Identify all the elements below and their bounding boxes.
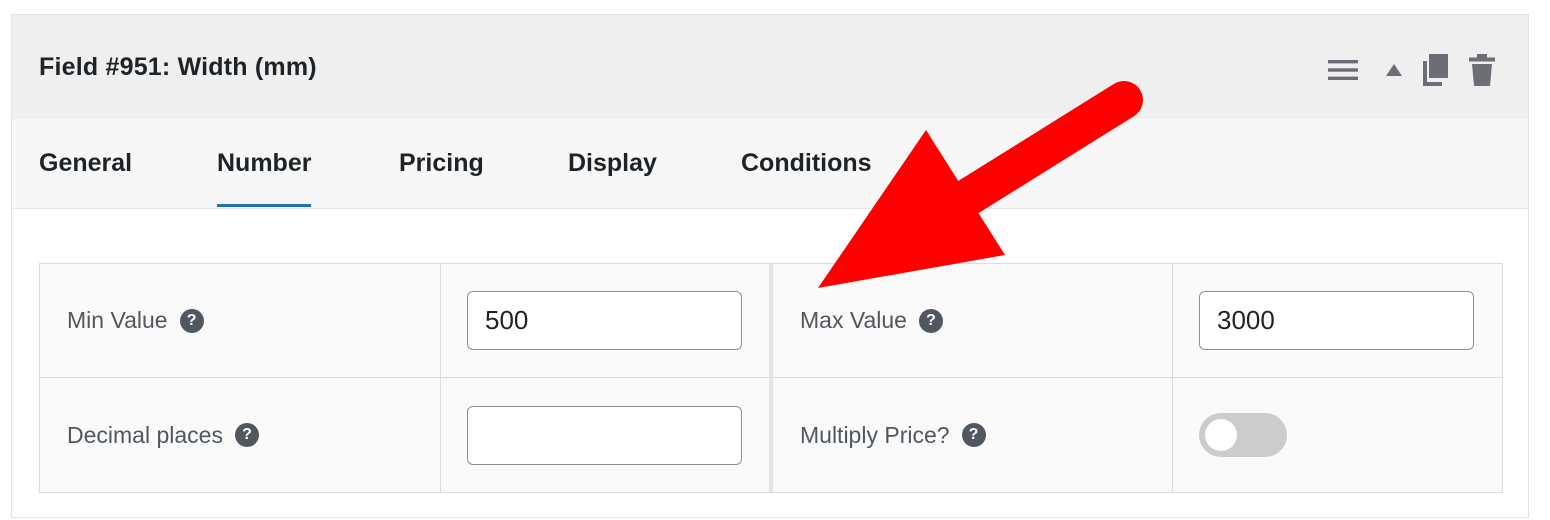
help-icon[interactable]: ? <box>918 308 943 333</box>
max-value-label-cell: Max Value ? <box>773 264 1172 377</box>
toggle-knob <box>1205 419 1237 451</box>
max-value-input[interactable] <box>1199 291 1474 350</box>
decimal-places-input[interactable] <box>467 405 742 465</box>
grid-divider <box>440 264 441 492</box>
multiply-price-toggle-cell <box>1199 378 1499 492</box>
max-value-label: Max Value <box>800 307 907 333</box>
decimal-places-input-cell <box>467 378 767 492</box>
field-title: Field #951: Width (mm) <box>39 53 317 81</box>
min-value-label: Min Value <box>67 307 168 333</box>
help-icon[interactable]: ? <box>234 423 259 447</box>
min-value-input-cell <box>467 264 767 377</box>
decimal-places-label-cell: Decimal places ? <box>40 378 440 492</box>
multiply-price-label: Multiply Price? <box>800 421 950 448</box>
trash-icon[interactable] <box>1468 52 1496 88</box>
field-header: Field #951: Width (mm) <box>12 15 1528 119</box>
field-panel: Field #951: Width (mm) General Number Pr… <box>11 14 1529 518</box>
copy-icon[interactable] <box>1420 52 1450 88</box>
tab-pricing[interactable]: Pricing <box>399 149 484 204</box>
multiply-price-toggle[interactable] <box>1199 413 1287 457</box>
help-icon[interactable]: ? <box>179 308 204 333</box>
tab-conditions[interactable]: Conditions <box>741 149 872 204</box>
grid-divider <box>1172 264 1173 492</box>
multiply-price-label-cell: Multiply Price? ? <box>773 378 1172 492</box>
min-value-label-cell: Min Value ? <box>40 264 440 377</box>
tab-bar: General Number Pricing Display Condition… <box>12 119 1528 209</box>
settings-grid: Min Value ? Max Value ? Decimal places ?… <box>39 263 1503 493</box>
tab-number[interactable]: Number <box>217 149 312 207</box>
decimal-places-label: Decimal places <box>67 421 223 448</box>
max-value-input-cell <box>1199 264 1499 377</box>
triangle-up-icon[interactable] <box>1382 53 1406 87</box>
tab-display[interactable]: Display <box>568 149 657 204</box>
header-actions <box>1326 53 1496 87</box>
min-value-input[interactable] <box>467 291 742 350</box>
tab-general[interactable]: General <box>39 149 132 204</box>
hamburger-menu-icon[interactable] <box>1326 53 1360 87</box>
help-icon[interactable]: ? <box>961 423 986 447</box>
